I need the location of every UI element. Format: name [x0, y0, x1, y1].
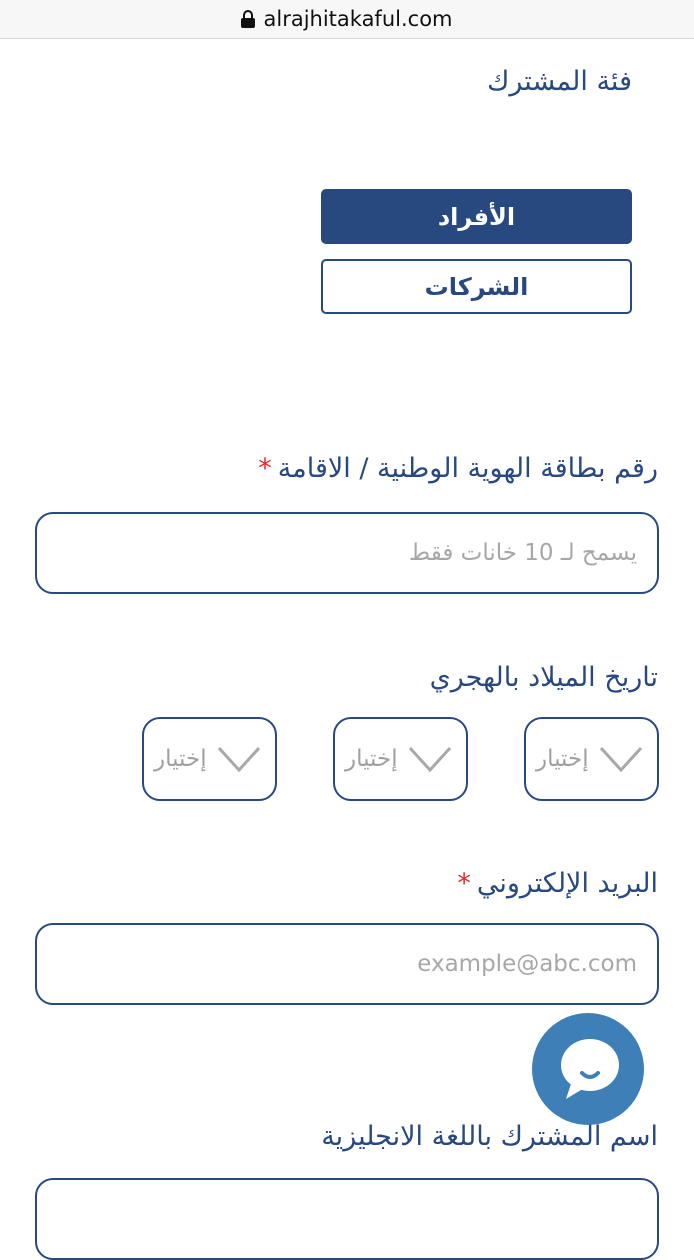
subscriber-category-label: فئة المشترك	[487, 66, 632, 97]
dob-year-select[interactable]: إختيار	[142, 717, 277, 801]
url-text: alrajhitakaful.com	[263, 7, 453, 31]
dob-year-value: إختيار	[154, 746, 207, 772]
dob-day-value: إختيار	[536, 746, 589, 772]
chevron-down-icon	[217, 746, 261, 773]
lock-icon	[241, 10, 256, 28]
required-mark: *	[457, 868, 471, 899]
email-input[interactable]	[35, 923, 659, 1005]
email-label: البريد الإلكتروني	[476, 868, 658, 899]
dob-month-value: إختيار	[345, 746, 398, 772]
individuals-button-label: الأفراد	[437, 202, 516, 231]
individuals-button[interactable]: الأفراد	[321, 189, 632, 244]
chevron-down-icon	[599, 746, 643, 773]
dob-month-select[interactable]: إختيار	[333, 717, 468, 801]
chat-button[interactable]	[532, 1013, 644, 1125]
national-id-input[interactable]	[35, 512, 659, 594]
name-english-label: اسم المشترك باللغة الانجليزية	[321, 1121, 658, 1152]
companies-button-label: الشركات	[424, 272, 529, 301]
dob-hijri-label: تاريخ الميلاد بالهجري	[429, 662, 658, 693]
national-id-label-row: رقم بطاقة الهوية الوطنية / الاقامة*	[258, 453, 658, 484]
chevron-down-icon	[408, 746, 452, 773]
companies-button[interactable]: الشركات	[321, 259, 632, 314]
national-id-label: رقم بطاقة الهوية الوطنية / الاقامة	[277, 453, 658, 484]
chat-icon	[561, 1039, 619, 1099]
required-mark: *	[258, 453, 272, 484]
dob-day-select[interactable]: إختيار	[524, 717, 659, 801]
browser-url-bar[interactable]: alrajhitakaful.com	[0, 0, 694, 39]
name-english-input[interactable]	[35, 1178, 659, 1260]
email-label-row: البريد الإلكتروني*	[457, 868, 658, 899]
